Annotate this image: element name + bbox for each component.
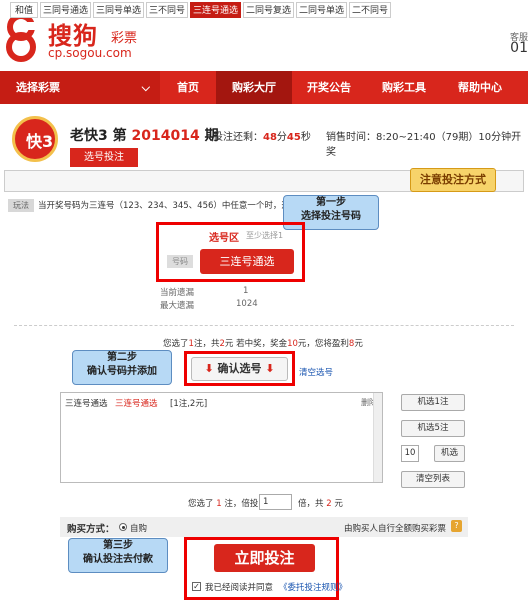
countdown: 投注还剩：48分45秒 bbox=[213, 128, 311, 143]
tab-three-different[interactable]: 三不同号 bbox=[146, 2, 188, 18]
summary-p5: 元 bbox=[354, 339, 363, 349]
clear-selection-link[interactable]: 清空选号 bbox=[299, 366, 333, 378]
countdown-seconds-unit: 秒 bbox=[300, 132, 311, 143]
tab-select-bet[interactable]: 选号投注 bbox=[70, 148, 138, 167]
confirm-selection-label: 确认选号 bbox=[217, 362, 262, 375]
nav-select-lottery[interactable]: 选择彩票 ⌵ bbox=[0, 71, 160, 104]
max-miss-value: 1024 bbox=[236, 299, 258, 309]
step3-callout: 第三步 确认投注去付款 bbox=[68, 538, 168, 573]
main-nav: 选择彩票 ⌵ 首页 购彩大厅 开奖公告 购彩工具 帮助中心 bbox=[0, 71, 528, 104]
multiple-p2: 注，倍投 bbox=[224, 499, 259, 509]
game-title: 老快3 第 2014014 期 bbox=[70, 125, 219, 145]
nav-item-tools[interactable]: 购彩工具 bbox=[366, 71, 442, 104]
tab-triple-single[interactable]: 三同号单选 bbox=[93, 2, 144, 18]
help-icon[interactable]: ? bbox=[451, 520, 462, 532]
current-miss-value: 1 bbox=[243, 286, 249, 296]
self-buy-radio[interactable] bbox=[119, 523, 127, 531]
step1-title: 第一步 bbox=[316, 197, 346, 208]
countdown-minutes: 48 bbox=[263, 132, 277, 143]
brand-sub: 彩票 bbox=[111, 31, 138, 46]
tab-two-different[interactable]: 二不同号 bbox=[349, 2, 391, 18]
game-logo-icon: 快3 bbox=[12, 116, 58, 162]
summary-p1: 您选了 bbox=[163, 339, 189, 349]
play-rule-text: 当开奖号码为三连号（123、234、345、456）中任意一个时，选号 bbox=[38, 201, 294, 211]
summary-prize: 10 bbox=[287, 339, 298, 349]
site-domain: cp.sogou.com bbox=[48, 46, 132, 60]
summary-p3: 元 若中奖，奖金 bbox=[224, 339, 288, 349]
multiple-p1: 您选了 bbox=[188, 499, 214, 509]
selection-list bbox=[60, 392, 383, 483]
random-quantity-input[interactable]: 10 bbox=[401, 445, 419, 462]
countdown-seconds: 45 bbox=[286, 132, 301, 143]
nav-select-lottery-label: 选择彩票 bbox=[16, 81, 60, 94]
summary-p4: 元，您将盈利 bbox=[297, 339, 349, 349]
bet-summary: 您选了1注，共2元 若中奖，奖金10元，您将盈利8元 bbox=[163, 337, 363, 349]
nav-item-home[interactable]: 首页 bbox=[160, 71, 216, 104]
customer-service-number: 01 bbox=[510, 40, 528, 56]
divider bbox=[14, 325, 514, 326]
number-badge: 号码 bbox=[167, 255, 193, 268]
sogou-logo-icon[interactable] bbox=[6, 14, 36, 62]
arrow-down-icon: ⬇ bbox=[204, 362, 214, 375]
multiple-bets: 1 bbox=[216, 499, 222, 509]
self-buy-label: 自购 bbox=[130, 524, 148, 534]
consecutive-all-number-button[interactable]: 三连号通选 bbox=[200, 249, 294, 274]
nav-item-help[interactable]: 帮助中心 bbox=[442, 71, 518, 104]
nav-item-lottery-hall[interactable]: 购彩大厅 bbox=[216, 71, 292, 104]
step2-callout: 第二步 确认号码并添加 bbox=[72, 350, 172, 385]
choose-method-callout: 注意投注方式 bbox=[410, 168, 496, 192]
countdown-minutes-unit: 分 bbox=[276, 132, 287, 143]
step2-title: 第二步 bbox=[107, 352, 137, 363]
nav-item-draw-notice[interactable]: 开奖公告 bbox=[292, 71, 366, 104]
tab-triple-all[interactable]: 三同号通选 bbox=[40, 2, 91, 18]
game-logo-text: 快3 bbox=[26, 132, 54, 151]
buy-method-label: 购买方式： bbox=[67, 524, 115, 535]
random-n-button[interactable]: 机选 bbox=[434, 445, 465, 462]
scrollbar[interactable] bbox=[373, 393, 382, 482]
multiple-p3: 倍，共 bbox=[298, 499, 324, 509]
issue-number: 2014014 bbox=[131, 128, 200, 144]
chevron-down-icon: ⌵ bbox=[141, 81, 150, 94]
summary-p2: 注，共 bbox=[193, 339, 220, 349]
tab-double-multi[interactable]: 二同号复选 bbox=[243, 2, 294, 18]
clear-list-button[interactable]: 清空列表 bbox=[401, 471, 465, 488]
buy-method-note: 由购买人自行全额购买彩票 bbox=[344, 524, 447, 534]
bet-now-button[interactable]: 立即投注 bbox=[214, 544, 315, 572]
sale-time: 销售时间：8:20~21:40（79期）10分钟开奖 bbox=[326, 132, 522, 158]
random-1-button[interactable]: 机选1注 bbox=[401, 394, 465, 411]
step2-text: 确认号码并添加 bbox=[87, 366, 157, 377]
play-rule-badge: 玩法 bbox=[8, 199, 34, 212]
multiple-amount: 2 bbox=[326, 499, 332, 509]
current-miss-label: 当前遗漏 bbox=[160, 288, 195, 298]
multiple-summary: 您选了 1 注，倍投 bbox=[188, 497, 258, 509]
step3-title: 第三步 bbox=[103, 540, 133, 551]
countdown-label: 投注还剩： bbox=[213, 132, 263, 143]
tab-sum[interactable]: 和值 bbox=[10, 2, 38, 18]
list-item-value: 三连号通选 bbox=[115, 399, 158, 409]
arrow-down-icon: ⬇ bbox=[265, 362, 275, 375]
step3-text: 确认投注去付款 bbox=[83, 554, 153, 565]
game-name: 老快3 第 bbox=[70, 128, 127, 144]
agree-checkbox[interactable]: ✓ bbox=[192, 582, 201, 591]
max-miss-label: 最大遗漏 bbox=[160, 301, 195, 311]
list-item-count: [1注,2元] bbox=[170, 399, 208, 409]
agree-text: 我已经阅读并同意 bbox=[205, 583, 274, 593]
select-min-hint: 至少选择1 bbox=[246, 231, 284, 240]
select-area-label: 选号区 bbox=[209, 233, 239, 244]
multiple-p4: 元 bbox=[334, 499, 343, 509]
agree-rules-link[interactable]: 《委托投注规则》 bbox=[279, 581, 347, 593]
tab-consecutive-all[interactable]: 三连号通选 bbox=[190, 2, 241, 18]
list-item-play-type: 三连号通选 bbox=[65, 399, 108, 409]
tab-double-single[interactable]: 二同号单选 bbox=[296, 2, 347, 18]
confirm-selection-button[interactable]: ⬇ 确认选号 ⬇ bbox=[191, 357, 288, 381]
multiple-total: 倍，共 2 元 bbox=[298, 497, 343, 509]
random-5-button[interactable]: 机选5注 bbox=[401, 420, 465, 437]
multiple-input[interactable]: 1 bbox=[259, 494, 292, 510]
